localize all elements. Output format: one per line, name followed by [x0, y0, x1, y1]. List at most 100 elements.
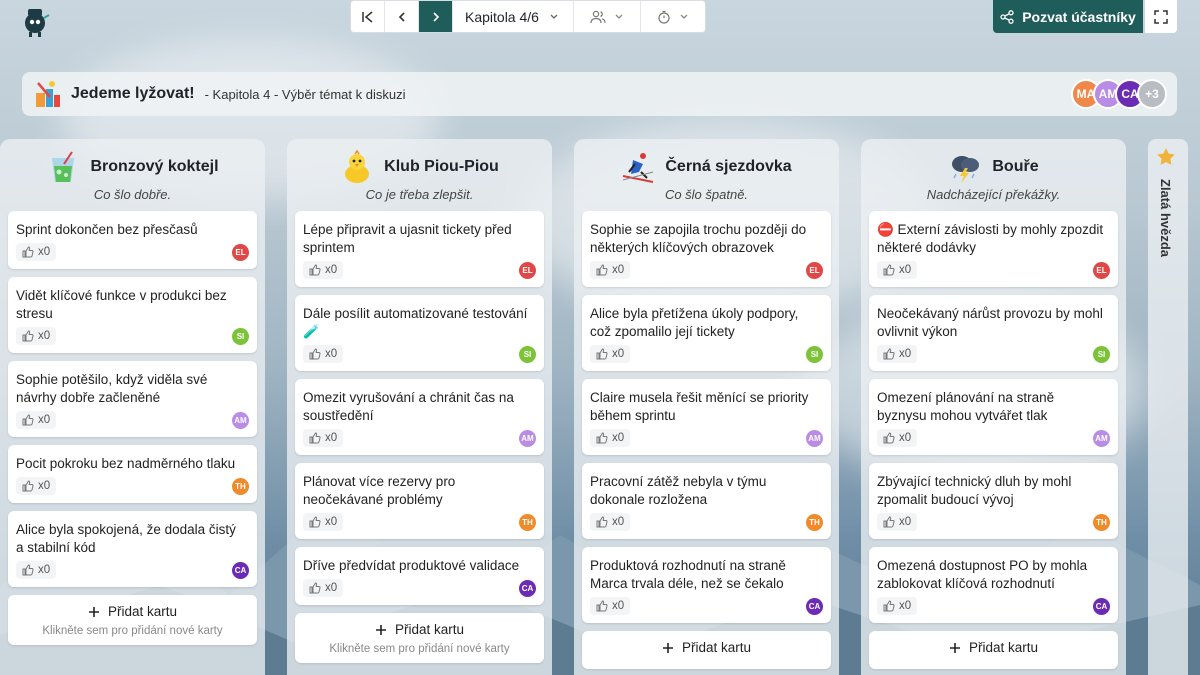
thumbs-up-icon — [883, 600, 895, 612]
thumbs-up-icon — [309, 582, 321, 594]
retro-card[interactable]: Pocit pokroku bez nadměrného tlaku x0 TH — [8, 445, 257, 503]
add-card-button[interactable]: Přidat kartu Klikněte sem pro přidání nov… — [295, 613, 544, 663]
retro-card[interactable]: Omezení plánování na straně byznysu moho… — [869, 379, 1118, 455]
retro-card[interactable]: Pracovní zátěž nebyla v týmu dokonale ro… — [582, 463, 831, 539]
storm-cloud-icon — [952, 156, 980, 183]
chevron-down-icon — [615, 14, 623, 19]
card-text: Omezit vyrušování a chránit čas na soust… — [303, 390, 514, 423]
retro-card[interactable]: Claire musela řešit měnící se priority b… — [582, 379, 831, 455]
like-button[interactable]: x0 — [303, 579, 344, 597]
retro-card[interactable]: Vidět klíčové funkce v produkci bez stre… — [8, 277, 257, 353]
like-count: x0 — [612, 600, 625, 612]
add-card-button[interactable]: Přidat kartu — [869, 631, 1118, 669]
cocktail-icon — [52, 151, 75, 182]
like-count: x0 — [325, 348, 338, 360]
like-button[interactable]: x0 — [303, 261, 344, 279]
card-text: Plánovat více rezervy pro neočekávané pr… — [303, 474, 456, 507]
first-chapter-button[interactable] — [351, 1, 385, 32]
add-card-button[interactable]: Přidat kartu — [582, 631, 831, 669]
add-card-hint: Klikněte sem pro přidání nové karty — [329, 643, 510, 655]
author-badge: TH — [232, 477, 249, 495]
chevron-left-icon — [398, 11, 405, 22]
retro-card[interactable]: Sophie potěšilo, když viděla své návrhy … — [8, 361, 257, 437]
retro-card[interactable]: Omezená dostupnost PO by mohla zablokova… — [869, 547, 1118, 623]
author-badge: EL — [519, 261, 536, 279]
add-card-label: Přidat kartu — [394, 622, 465, 637]
like-button[interactable]: x0 — [877, 429, 918, 447]
like-button[interactable]: x0 — [877, 513, 918, 531]
author-badge: SI — [232, 327, 249, 345]
retro-card[interactable]: Sprint dokončen bez přesčasů x0 EL — [8, 211, 257, 269]
thumbs-up-icon — [22, 480, 34, 492]
avatar[interactable]: +3 — [1137, 79, 1167, 109]
invite-participants-button[interactable]: Pozvat účastníky — [993, 0, 1143, 33]
retro-card[interactable]: Produktová rozhodnutí na straně Marca tr… — [582, 547, 831, 623]
retro-card[interactable]: Lépe připravit a ujasnit tickety před sp… — [295, 211, 544, 287]
chevron-right-icon — [432, 11, 439, 22]
retro-card[interactable]: Alice byla spokojená, že dodala čistý a … — [8, 511, 257, 587]
fullscreen-icon — [1154, 9, 1168, 24]
like-button[interactable]: x0 — [590, 429, 631, 447]
like-count: x0 — [899, 516, 912, 528]
timer-dropdown[interactable] — [641, 1, 705, 32]
participants-dropdown[interactable] — [574, 1, 641, 32]
add-card-label: Přidat kartu — [681, 640, 752, 655]
retro-card[interactable]: Dříve předvídat produktové validace x0 CA — [295, 547, 544, 605]
like-button[interactable]: x0 — [16, 561, 57, 579]
session-icon — [36, 81, 60, 107]
like-button[interactable]: x0 — [16, 327, 57, 345]
retro-card[interactable]: Omezit vyrušování a chránit čas na soust… — [295, 379, 544, 455]
author-badge: SI — [1093, 345, 1110, 363]
retro-card[interactable]: Zbývající technický dluh by mohl zpomali… — [869, 463, 1118, 539]
column-black-slope: Černá sjezdovka Co šlo špatně. Sophie se… — [574, 139, 839, 675]
column-golden-star[interactable]: Zlatá hvězda — [1148, 139, 1188, 675]
like-button[interactable]: x0 — [303, 345, 344, 363]
author-badge: EL — [232, 243, 249, 261]
like-count: x0 — [899, 348, 912, 360]
like-button[interactable]: x0 — [590, 261, 631, 279]
chapter-label: Kapitola 4/6 — [465, 8, 539, 25]
like-count: x0 — [612, 432, 625, 444]
skip-back-icon — [361, 10, 372, 23]
author-badge: SI — [806, 345, 823, 363]
chapter-select[interactable]: Kapitola 4/6 — [453, 1, 574, 32]
fullscreen-button[interactable] — [1145, 0, 1177, 33]
like-button[interactable]: x0 — [16, 411, 57, 429]
like-button[interactable]: x0 — [877, 345, 918, 363]
session-subtitle: - Kapitola 4 - Výběr témat k diskuzi — [204, 86, 406, 102]
like-button[interactable]: x0 — [303, 513, 344, 531]
retro-card[interactable]: Neočekávaný nárůst provozu by mohl ovliv… — [869, 295, 1118, 371]
like-button[interactable]: x0 — [877, 261, 918, 279]
app-logo[interactable] — [20, 6, 50, 38]
card-text: Omezení plánování na straně byznysu moho… — [877, 390, 1055, 423]
add-card-button[interactable]: Přidat kartu Klikněte sem pro přidání nov… — [8, 595, 257, 645]
thumbs-up-icon — [22, 414, 34, 426]
like-count: x0 — [612, 264, 625, 276]
retro-card[interactable]: ⛔ Externí závislosti by mohly zpozdit ně… — [869, 211, 1118, 287]
thumbs-up-icon — [596, 432, 608, 444]
add-card-hint: Klikněte sem pro přidání nové karty — [42, 625, 223, 637]
like-button[interactable]: x0 — [877, 597, 918, 615]
author-badge: AM — [519, 429, 536, 447]
card-text: Neočekávaný nárůst provozu by mohl ovliv… — [877, 306, 1103, 339]
like-button[interactable]: x0 — [303, 429, 344, 447]
retro-card[interactable]: Sophie se zapojila trochu později do něk… — [582, 211, 831, 287]
column-title: Bouře — [992, 158, 1039, 175]
author-badge: CA — [232, 561, 249, 579]
retro-card[interactable]: Alice byla přetížena úkoly podpory, což … — [582, 295, 831, 371]
author-badge: AM — [1093, 429, 1110, 447]
like-count: x0 — [612, 516, 625, 528]
like-button[interactable]: x0 — [590, 597, 631, 615]
retro-card[interactable]: Plánovat více rezervy pro neočekávané pr… — [295, 463, 544, 539]
author-badge: EL — [1093, 261, 1110, 279]
retro-card[interactable]: Dále posílit automatizované testování 🧪 x… — [295, 295, 544, 371]
like-button[interactable]: x0 — [590, 345, 631, 363]
participant-avatars[interactable]: MA AM CA +3 — [1071, 79, 1167, 109]
like-button[interactable]: x0 — [16, 243, 57, 261]
like-button[interactable]: x0 — [16, 477, 57, 495]
session-title: Jedeme lyžovat! — [71, 85, 195, 102]
previous-chapter-button[interactable] — [385, 1, 419, 32]
like-count: x0 — [38, 330, 51, 342]
like-button[interactable]: x0 — [590, 513, 631, 531]
next-chapter-button[interactable] — [419, 1, 453, 32]
